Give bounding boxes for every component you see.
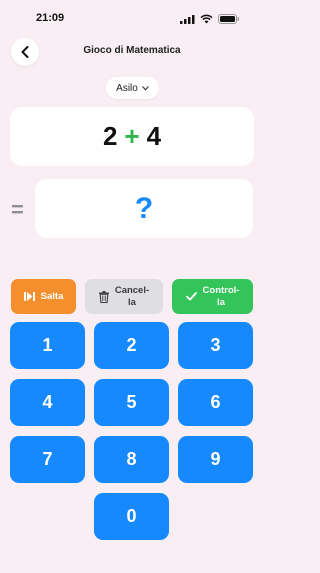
status-icons xyxy=(180,14,240,24)
skip-label: Salta xyxy=(40,290,64,302)
trash-icon xyxy=(98,290,109,303)
checkmark-icon xyxy=(185,292,197,301)
check-button[interactable]: Control- la xyxy=(172,279,253,314)
key-4[interactable]: 4 xyxy=(10,379,85,426)
answer-value: ? xyxy=(134,191,154,225)
problem-operator: + xyxy=(124,121,140,151)
delete-button[interactable]: Cancel- la xyxy=(85,279,163,314)
wifi-icon xyxy=(200,14,213,24)
key-0[interactable]: 0 xyxy=(94,493,169,540)
key-6[interactable]: 6 xyxy=(178,379,253,426)
key-3[interactable]: 3 xyxy=(178,322,253,369)
chevron-down-icon xyxy=(142,85,149,90)
key-7[interactable]: 7 xyxy=(10,436,85,483)
status-time: 21:09 xyxy=(36,12,65,24)
status-bar: 21:09 xyxy=(0,0,264,38)
skip-button[interactable]: Salta xyxy=(11,279,76,314)
battery-icon xyxy=(218,14,240,24)
key-2[interactable]: 2 xyxy=(94,322,169,369)
page-title: Gioco di Matematica xyxy=(83,45,181,56)
key-1[interactable]: 1 xyxy=(10,322,85,369)
signal-icon xyxy=(180,14,195,24)
key-5[interactable]: 5 xyxy=(94,379,169,426)
level-selector[interactable]: Asilo xyxy=(106,77,159,99)
equals-sign: = xyxy=(11,197,24,222)
delete-label: Cancel- la xyxy=(114,284,150,308)
problem-card: 2 + 4 xyxy=(10,107,254,166)
problem-left-operand: 2 xyxy=(102,121,118,151)
key-8[interactable]: 8 xyxy=(94,436,169,483)
check-label: Control- la xyxy=(202,284,240,308)
navigation-bar: Gioco di Matematica xyxy=(0,38,264,66)
level-selector-label: Asilo xyxy=(116,82,138,94)
key-9[interactable]: 9 xyxy=(178,436,253,483)
answer-card: ? xyxy=(35,179,253,238)
problem-right-operand: 4 xyxy=(146,121,162,151)
skip-icon xyxy=(23,292,35,301)
